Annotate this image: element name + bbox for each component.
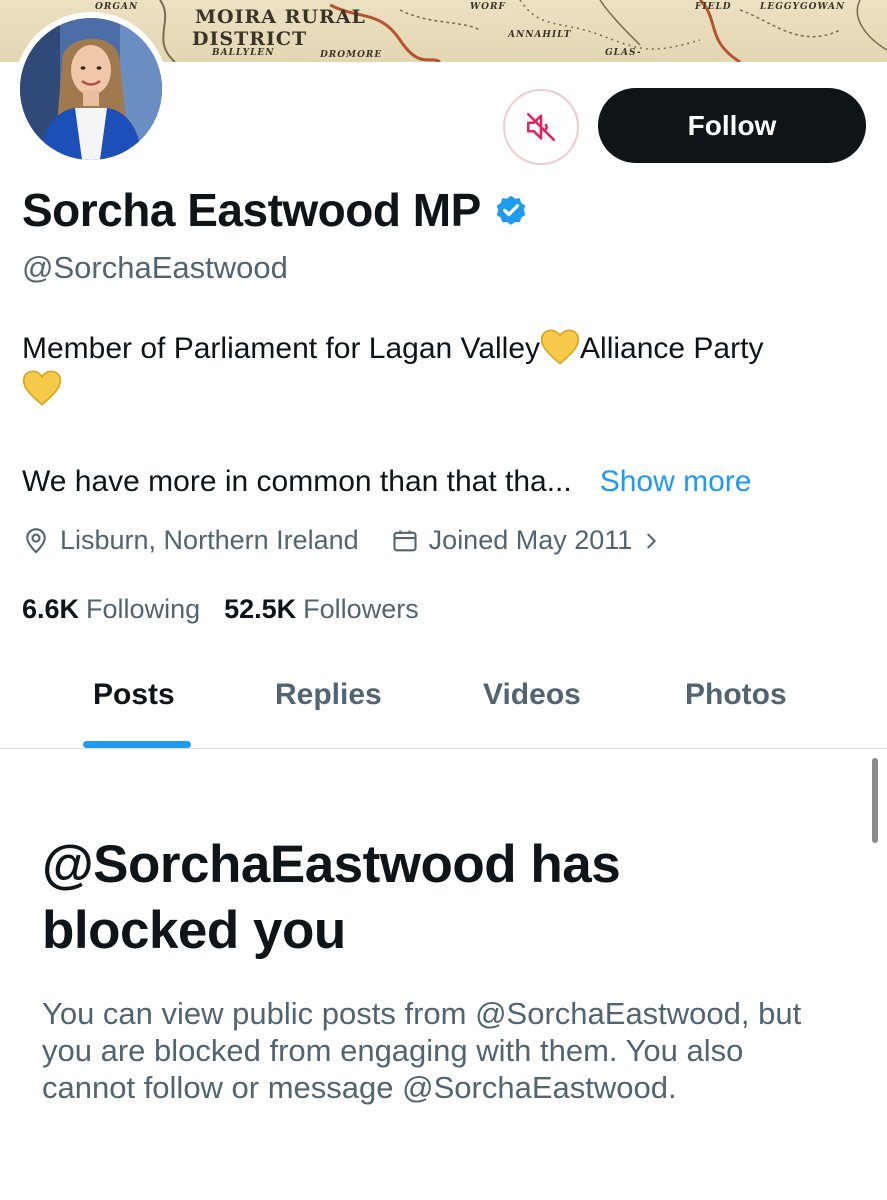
profile-name-row: Sorcha Eastwood MP xyxy=(22,183,529,237)
tab-posts[interactable]: Posts xyxy=(93,678,175,712)
tab-replies[interactable]: Replies xyxy=(275,678,382,712)
profile-name: Sorcha Eastwood MP xyxy=(22,184,481,236)
profile-tabs: Posts Replies Videos Photos xyxy=(0,648,887,749)
scrollbar[interactable] xyxy=(872,758,878,843)
profile-handle: @SorchaEastwood xyxy=(22,250,288,285)
map-label: BALLYLEN xyxy=(212,48,275,58)
profile-meta: Lisburn, Northern Ireland Joined May 201… xyxy=(22,525,662,556)
speaker-muted-icon xyxy=(526,112,556,142)
map-label: DISTRICT xyxy=(192,28,308,50)
show-more-link[interactable]: Show more xyxy=(600,465,752,498)
map-label: DROMORE xyxy=(320,50,383,60)
map-label: MOIRA RURAL xyxy=(195,6,366,28)
avatar[interactable] xyxy=(14,12,168,166)
tab-videos[interactable]: Videos xyxy=(483,678,581,712)
join-date-text: Joined May 2011 xyxy=(428,525,633,555)
follow-button[interactable]: Follow xyxy=(598,88,866,163)
yellow-heart-icon xyxy=(540,329,580,365)
join-date[interactable]: Joined May 2011 xyxy=(391,525,663,556)
location-text: Lisburn, Northern Ireland xyxy=(60,525,359,555)
map-label: ANNAHILT xyxy=(508,30,572,40)
bio-text: Member of Parliament for Lagan Valley xyxy=(22,332,541,365)
followers-count: 52.5K xyxy=(224,594,297,624)
active-tab-indicator xyxy=(83,741,191,748)
bio-text: Alliance Party xyxy=(580,332,764,365)
chevron-right-icon xyxy=(647,533,656,548)
calendar-icon xyxy=(393,530,417,551)
map-label: ORGAN xyxy=(95,2,139,12)
following-link[interactable]: 6.6K Following xyxy=(22,594,200,625)
following-label: Following xyxy=(86,594,201,624)
map-label: WORF xyxy=(470,2,506,12)
blocked-description: You can view public posts from @SorchaEa… xyxy=(42,996,802,1105)
map-label: LEGGYGOWAN xyxy=(760,2,846,12)
tab-photos[interactable]: Photos xyxy=(685,678,787,712)
map-label: FIELD xyxy=(695,2,732,12)
location: Lisburn, Northern Ireland xyxy=(22,525,359,556)
unmute-button[interactable] xyxy=(503,89,579,165)
followers-link[interactable]: 52.5K Followers xyxy=(224,594,419,625)
blocked-title: @SorchaEastwood has blocked you xyxy=(42,835,621,960)
profile-stats: 6.6K Following 52.5K Followers xyxy=(22,594,443,625)
followers-label: Followers xyxy=(303,594,419,624)
bio-truncated: We have more in common than that tha... S… xyxy=(22,465,751,499)
profile-bio: Member of Parliament for Lagan Valley All… xyxy=(22,328,872,410)
map-label: GLAS- xyxy=(605,48,642,58)
yellow-heart-icon xyxy=(22,370,62,406)
avatar-image xyxy=(20,18,162,160)
bio-text: We have more in common than that tha... xyxy=(22,465,572,498)
location-pin-icon xyxy=(26,527,46,554)
following-count: 6.6K xyxy=(22,594,80,624)
verified-badge-icon[interactable] xyxy=(493,192,529,228)
